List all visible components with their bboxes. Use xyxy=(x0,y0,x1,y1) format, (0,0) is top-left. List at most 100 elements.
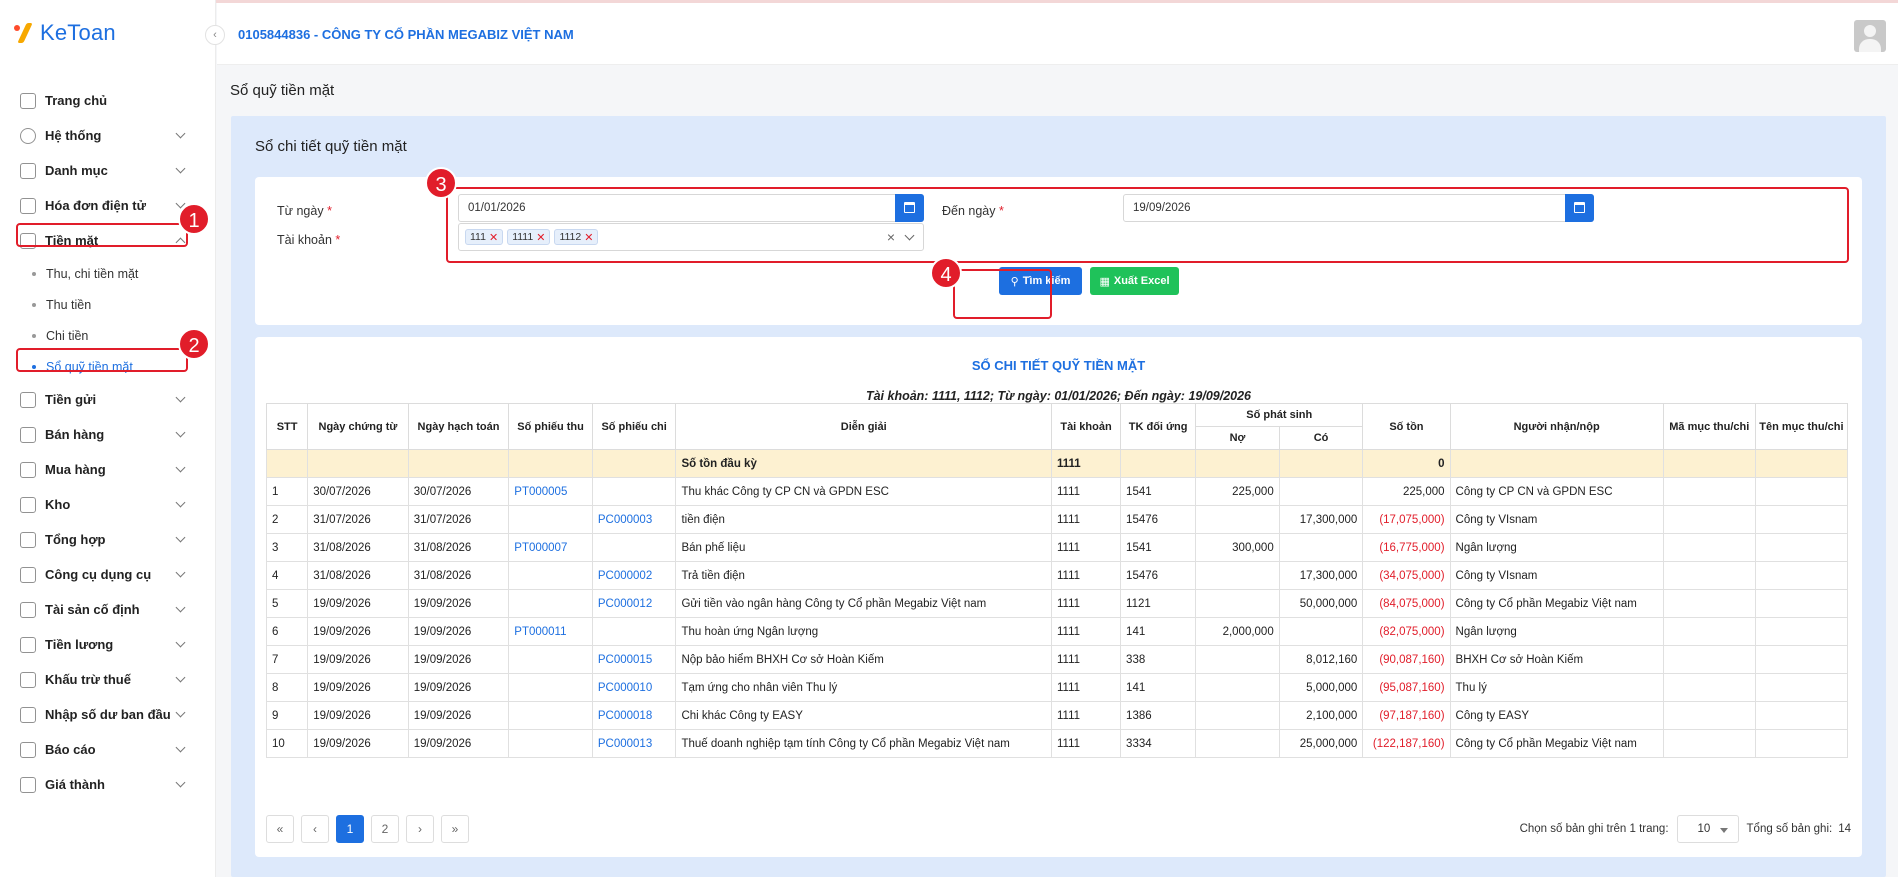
company-name[interactable]: 0105844836 - CÔNG TY CỔ PHẦN MEGABIZ VIỆ… xyxy=(238,27,574,42)
sidebar-item-15[interactable]: Báo cáo xyxy=(0,732,216,767)
table-row[interactable]: 1 30/07/2026 30/07/2026 PT000005 Thu khác Cô… xyxy=(265,477,1849,506)
report-icon xyxy=(20,741,36,758)
cell-so_chi[interactable]: PC000002 xyxy=(591,561,677,590)
cell-tk_du: 338 xyxy=(1120,645,1197,674)
table-row[interactable]: 4 31/08/2026 31/08/2026 PC000002 Trả tiền đi… xyxy=(265,561,1849,590)
cost-icon xyxy=(20,776,36,793)
col-receipt-no: Số phiếu thu xyxy=(508,403,593,450)
sidebar-item-label: Mua hàng xyxy=(45,462,106,477)
annotation-box-2 xyxy=(16,348,188,372)
sidebar-item-13[interactable]: Khấu trừ thuế xyxy=(0,662,216,697)
prev-page-button[interactable]: ‹ xyxy=(301,815,329,843)
cell-so_chi[interactable]: PC000010 xyxy=(591,673,677,702)
sidebar-item-0[interactable]: Trang chủ xyxy=(0,83,216,118)
sidebar-item-1[interactable]: Hệ thống xyxy=(0,118,216,153)
annotation-box-4 xyxy=(953,269,1052,319)
col-payment-no: Số phiếu chi xyxy=(591,403,677,450)
table-row[interactable]: 2 31/07/2026 31/07/2026 PC000003 tiền điện 11… xyxy=(265,505,1849,534)
table-row[interactable]: 10 19/09/2026 19/09/2026 PC000013 Thuế doanh… xyxy=(265,729,1849,758)
cell-so_chi xyxy=(591,477,677,506)
sidebar-subitem-0[interactable]: Thu, chi tiền mặt xyxy=(0,258,216,289)
sidebar-item-6[interactable]: Bán hàng xyxy=(0,417,216,452)
page-size-label: Chọn số bản ghi trên 1 trang: xyxy=(1519,823,1669,835)
cell-nguoi: Ngân lượng xyxy=(1449,533,1664,562)
logo-text: KeToan xyxy=(40,20,116,45)
first-page-button[interactable]: « xyxy=(266,815,294,843)
col-stt: STT xyxy=(265,403,309,450)
chart-icon xyxy=(20,531,36,548)
cell-stt: 10 xyxy=(265,729,309,758)
sidebar-item-12[interactable]: Tiền lương xyxy=(0,627,216,662)
user-avatar[interactable] xyxy=(1854,20,1886,52)
col-description: Diễn giải xyxy=(675,403,1052,450)
cell-so_chi[interactable]: PC000013 xyxy=(591,729,677,758)
opening-account: 1111 xyxy=(1050,449,1122,478)
col-post-date: Ngày hạch toán xyxy=(407,403,510,450)
cell-no xyxy=(1195,645,1280,674)
cell-so_thu xyxy=(508,729,593,758)
cell-so_thu[interactable]: PT000005 xyxy=(508,477,593,506)
sidebar-item-10[interactable]: Công cụ dụng cụ xyxy=(0,557,216,592)
page-1-button[interactable]: 1 xyxy=(336,815,364,843)
cell-so_chi[interactable]: PC000012 xyxy=(591,589,677,618)
cell-so_chi[interactable]: PC000018 xyxy=(591,701,677,730)
cell-tk: 1111 xyxy=(1050,645,1122,674)
chevron-down-icon xyxy=(175,392,186,403)
cell-ngay_ht: 30/07/2026 xyxy=(407,477,510,506)
cell-ngay_ht: 31/08/2026 xyxy=(407,561,510,590)
cell-so_chi[interactable]: PC000003 xyxy=(591,505,677,534)
cash-ledger-table: STT Ngày chứng từ Ngày hạch toán Số phiế… xyxy=(265,403,1849,758)
cell-stt: 9 xyxy=(265,701,309,730)
sidebar-item-8[interactable]: Kho xyxy=(0,487,216,522)
cell-nguoi: Công ty EASY xyxy=(1449,701,1664,730)
table-row[interactable]: 7 19/09/2026 19/09/2026 PC000015 Nộp bảo hiể… xyxy=(265,645,1849,674)
cell-tk: 1111 xyxy=(1050,533,1122,562)
cell-stt: 1 xyxy=(265,477,309,506)
sidebar-item-2[interactable]: Danh mục xyxy=(0,153,216,188)
sidebar-item-11[interactable]: Tài sản cố định xyxy=(0,592,216,627)
export-excel-button[interactable]: ▦ Xuất Excel xyxy=(1090,267,1179,295)
cell-ngay_ht: 19/09/2026 xyxy=(407,701,510,730)
sidebar-nav: Trang chủ Hệ thống Danh mục Hóa đơn điện tử… xyxy=(0,83,216,802)
cell-stt: 8 xyxy=(265,673,309,702)
from-date-label: Từ ngày * xyxy=(277,204,332,218)
sidebar-item-16[interactable]: Giá thành xyxy=(0,767,216,802)
app-logo[interactable]: KeToan xyxy=(12,20,116,46)
cell-nguoi: Ngân lượng xyxy=(1449,617,1664,646)
table-row[interactable]: 9 19/09/2026 19/09/2026 PC000018 Chi khác Cô… xyxy=(265,701,1849,730)
sidebar-item-label: Công cụ dụng cụ xyxy=(45,567,152,582)
table-row[interactable]: 5 19/09/2026 19/09/2026 PC000012 Gửi tiền và… xyxy=(265,589,1849,618)
cell-ten_muc xyxy=(1754,729,1849,758)
cell-ngay_ht: 19/09/2026 xyxy=(407,589,510,618)
sidebar-item-5[interactable]: Tiền gửi xyxy=(0,382,216,417)
collapse-sidebar-icon[interactable]: ‹ xyxy=(205,25,225,45)
cell-tk_du: 15476 xyxy=(1120,561,1197,590)
table-row[interactable]: 8 19/09/2026 19/09/2026 PC000010 Tạm ứng cho… xyxy=(265,673,1849,702)
cell-ngay_ct: 19/09/2026 xyxy=(307,645,409,674)
cell-ten_muc xyxy=(1754,617,1849,646)
cell-no: 2,000,000 xyxy=(1195,617,1280,646)
sidebar-item-9[interactable]: Tổng hợp xyxy=(0,522,216,557)
cell-so_thu[interactable]: PT000007 xyxy=(508,533,593,562)
last-page-button[interactable]: » xyxy=(441,815,469,843)
table-row[interactable]: 6 19/09/2026 19/09/2026 PT000011 Thu hoàn ứn… xyxy=(265,617,1849,646)
annotation-badge-3: 3 xyxy=(425,167,457,199)
sidebar-item-14[interactable]: Nhập số dư ban đầu xyxy=(0,697,216,732)
table-row[interactable]: 3 31/08/2026 31/08/2026 PT000007 Bán phế liệ… xyxy=(265,533,1849,562)
cell-tk_du: 141 xyxy=(1120,673,1197,702)
page-2-button[interactable]: 2 xyxy=(371,815,399,843)
page-size-select[interactable]: 10 xyxy=(1676,815,1739,843)
chevron-down-icon xyxy=(175,707,186,718)
sidebar-subitem-1[interactable]: Thu tiền xyxy=(0,289,216,320)
cell-dien_giai: Bán phế liệu xyxy=(675,533,1052,562)
cell-so_chi[interactable]: PC000015 xyxy=(591,645,677,674)
annotation-badge-2: 2 xyxy=(178,328,210,360)
sidebar-item-7[interactable]: Mua hàng xyxy=(0,452,216,487)
opening-balance-row: Số tồn đầu kỳ 1111 0 xyxy=(265,449,1849,478)
cell-ngay_ht: 19/09/2026 xyxy=(407,617,510,646)
next-page-button[interactable]: › xyxy=(406,815,434,843)
cell-ngay_ct: 31/07/2026 xyxy=(307,505,409,534)
cell-so_thu[interactable]: PT000011 xyxy=(508,617,593,646)
sidebar-item-label: Khấu trừ thuế xyxy=(45,672,131,687)
report-subtitle: Tài khoản: 1111, 1112; Từ ngày: 01/01/20… xyxy=(865,389,1252,403)
